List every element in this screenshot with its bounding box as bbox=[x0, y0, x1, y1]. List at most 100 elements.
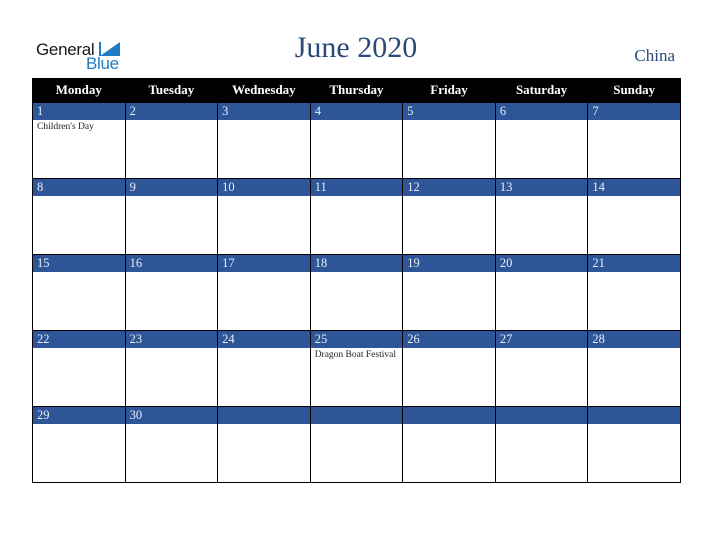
holiday-label bbox=[311, 424, 403, 426]
day-number: 25 bbox=[310, 331, 403, 348]
day-cell[interactable]: 28 bbox=[587, 330, 681, 407]
day-number: 11 bbox=[310, 179, 403, 196]
page-title: June 2020 bbox=[294, 31, 418, 64]
weekday-header: Tuesday bbox=[124, 78, 219, 103]
week-row: 1 Children's Day 2 3 4 5 6 7 bbox=[32, 102, 681, 179]
day-number: 21 bbox=[588, 255, 680, 272]
day-number: 3 bbox=[218, 103, 310, 120]
holiday-label bbox=[403, 424, 495, 426]
day-number: 23 bbox=[125, 331, 218, 348]
day-number: 12 bbox=[403, 179, 495, 196]
day-number: 28 bbox=[588, 331, 680, 348]
day-number bbox=[588, 407, 680, 424]
day-number: 2 bbox=[125, 103, 218, 120]
day-number: 7 bbox=[588, 103, 680, 120]
day-number: 30 bbox=[125, 407, 218, 424]
day-number: 18 bbox=[310, 255, 403, 272]
day-cell[interactable]: 29 bbox=[32, 406, 126, 483]
day-cell[interactable]: 13 bbox=[494, 178, 589, 255]
weekday-header: Thursday bbox=[309, 78, 404, 103]
day-number: 26 bbox=[403, 331, 495, 348]
day-number: 29 bbox=[33, 407, 125, 424]
day-number: 10 bbox=[218, 179, 310, 196]
day-cell[interactable]: 1 Children's Day bbox=[32, 102, 126, 179]
day-cell[interactable]: 14 bbox=[587, 178, 681, 255]
calendar-grid: Monday Tuesday Wednesday Thursday Friday… bbox=[32, 78, 681, 483]
day-cell[interactable]: 26 bbox=[402, 330, 496, 407]
week-row: 29 30 bbox=[32, 406, 681, 483]
holiday-label bbox=[496, 272, 588, 274]
weekday-header: Friday bbox=[402, 78, 496, 103]
weekday-header: Monday bbox=[32, 78, 126, 103]
day-number: 13 bbox=[495, 179, 588, 196]
day-cell[interactable] bbox=[587, 406, 681, 483]
holiday-label: Children's Day bbox=[37, 122, 94, 132]
day-number: 1 bbox=[33, 103, 125, 120]
day-cell[interactable]: 20 bbox=[494, 254, 589, 331]
day-number: 4 bbox=[310, 103, 403, 120]
week-row: 15 16 17 18 19 20 21 bbox=[32, 254, 681, 331]
holiday-label bbox=[588, 120, 680, 122]
holiday-label bbox=[588, 348, 680, 350]
day-number: 14 bbox=[588, 179, 680, 196]
day-cell[interactable]: 15 bbox=[32, 254, 126, 331]
day-cell[interactable]: 12 bbox=[402, 178, 496, 255]
day-cell[interactable]: 24 bbox=[217, 330, 311, 407]
holiday-label bbox=[126, 424, 218, 426]
day-cell[interactable]: 17 bbox=[217, 254, 311, 331]
day-number bbox=[218, 407, 310, 424]
holiday-label bbox=[218, 424, 310, 426]
holiday-label bbox=[126, 120, 218, 122]
day-number: 20 bbox=[495, 255, 588, 272]
day-cell[interactable]: 7 bbox=[587, 102, 681, 179]
day-number bbox=[310, 407, 403, 424]
day-cell[interactable]: 8 bbox=[32, 178, 126, 255]
holiday-label bbox=[496, 196, 588, 198]
day-cell[interactable]: 11 bbox=[309, 178, 404, 255]
day-cell[interactable]: 27 bbox=[494, 330, 589, 407]
day-cell[interactable]: 18 bbox=[309, 254, 404, 331]
holiday-label bbox=[33, 348, 125, 350]
day-number: 15 bbox=[33, 255, 125, 272]
day-number: 17 bbox=[218, 255, 310, 272]
holiday-label bbox=[496, 424, 588, 426]
day-cell[interactable] bbox=[217, 406, 311, 483]
day-cell[interactable] bbox=[494, 406, 589, 483]
day-number: 9 bbox=[125, 179, 218, 196]
holiday-label bbox=[218, 120, 310, 122]
day-cell[interactable]: 6 bbox=[494, 102, 589, 179]
holiday-label bbox=[33, 424, 125, 426]
day-number: 8 bbox=[33, 179, 125, 196]
day-cell[interactable]: 9 bbox=[124, 178, 219, 255]
day-cell[interactable]: 21 bbox=[587, 254, 681, 331]
day-cell[interactable] bbox=[402, 406, 496, 483]
holiday-label bbox=[311, 196, 403, 198]
day-cell[interactable]: 3 bbox=[217, 102, 311, 179]
day-number: 27 bbox=[495, 331, 588, 348]
day-number: 6 bbox=[495, 103, 588, 120]
day-cell[interactable] bbox=[309, 406, 404, 483]
day-number: 19 bbox=[403, 255, 495, 272]
holiday-label bbox=[126, 196, 218, 198]
day-number: 16 bbox=[125, 255, 218, 272]
day-cell[interactable]: 23 bbox=[124, 330, 219, 407]
holiday-label bbox=[496, 348, 588, 350]
day-number: 22 bbox=[33, 331, 125, 348]
holiday-label bbox=[126, 272, 218, 274]
day-number bbox=[403, 407, 495, 424]
holiday-label bbox=[218, 348, 310, 350]
day-cell[interactable]: 5 bbox=[402, 102, 496, 179]
day-cell[interactable]: 10 bbox=[217, 178, 311, 255]
day-cell[interactable]: 4 bbox=[309, 102, 404, 179]
day-number: 24 bbox=[218, 331, 310, 348]
holiday-label bbox=[33, 196, 125, 198]
holiday-label bbox=[496, 120, 588, 122]
day-cell[interactable]: 25 Dragon Boat Festival bbox=[309, 330, 404, 407]
day-cell[interactable]: 16 bbox=[124, 254, 219, 331]
day-cell[interactable]: 2 bbox=[124, 102, 219, 179]
week-row: 8 9 10 11 12 13 14 bbox=[32, 178, 681, 255]
day-cell[interactable]: 19 bbox=[402, 254, 496, 331]
holiday-label bbox=[403, 120, 495, 122]
day-cell[interactable]: 22 bbox=[32, 330, 126, 407]
day-cell[interactable]: 30 bbox=[124, 406, 219, 483]
